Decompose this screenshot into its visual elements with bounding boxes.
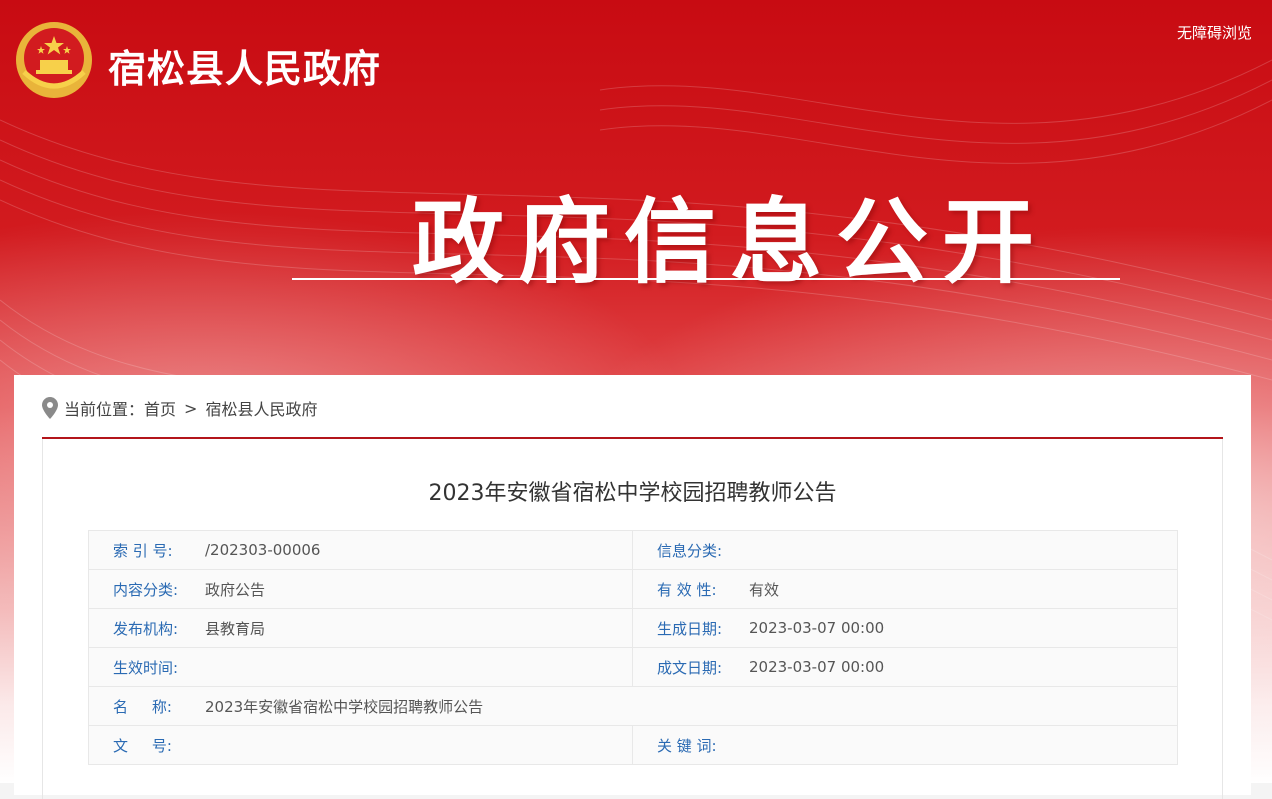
table-row: 名 称: 2023年安徽省宿松中学校园招聘教师公告 — [88, 686, 1178, 726]
content-category-value: 政府公告 — [205, 580, 266, 599]
index-value: /202303-00006 — [205, 541, 321, 559]
breadcrumb-current[interactable]: 宿松县人民政府 — [205, 396, 317, 420]
article-title: 2023年安徽省宿松中学校园招聘教师公告 — [428, 481, 837, 506]
generated-date-label: 生成日期: — [657, 619, 723, 638]
name-value: 2023年安徽省宿松中学校园招聘教师公告 — [205, 697, 484, 716]
breadcrumb-prefix: 当前位置： — [64, 400, 145, 419]
validity-label: 有 效 性: — [657, 580, 717, 599]
info-category-label: 信息分类: — [657, 541, 723, 560]
table-row: 索 引 号: /202303-00006 信息分类: — [88, 530, 1178, 570]
table-row: 发布机构: 县教育局 生成日期: 2023-03-07 00:00 — [88, 608, 1178, 648]
effective-time-label: 生效时间: — [113, 658, 179, 677]
accessibility-link[interactable]: 无障碍浏览 — [1177, 22, 1252, 43]
keywords-label: 关 键 词: — [657, 736, 717, 755]
name-label: 名 称: — [113, 697, 172, 716]
breadcrumb-separator: > — [184, 398, 198, 418]
table-row: 生效时间: 成文日期: 2023-03-07 00:00 — [88, 647, 1178, 687]
written-date-value: 2023-03-07 00:00 — [749, 658, 885, 676]
breadcrumb: 当前位置： 首页 > 宿松县人民政府 — [42, 393, 317, 423]
issuer-label: 发布机构: — [113, 619, 179, 638]
generated-date-value: 2023-03-07 00:00 — [749, 619, 885, 637]
content-panel: 当前位置： 首页 > 宿松县人民政府 2023年安徽省宿松中学校园招聘教师公告 … — [14, 375, 1251, 799]
index-label: 索 引 号: — [113, 541, 173, 560]
national-emblem-icon — [16, 22, 92, 98]
banner-heading: 政府信息公开 — [412, 189, 1049, 296]
location-pin-icon — [42, 397, 58, 419]
banner-divider — [292, 278, 1120, 280]
written-date-label: 成文日期: — [657, 658, 723, 677]
table-row: 文 号: 关 键 词: — [88, 725, 1178, 765]
metadata-table: 索 引 号: /202303-00006 信息分类: 内容分类: 政府公告 有 效 … — [88, 530, 1178, 765]
site-title[interactable]: 宿松县人民政府 — [108, 38, 381, 93]
breadcrumb-home[interactable]: 首页 — [144, 396, 176, 420]
doc-number-label: 文 号: — [113, 736, 172, 755]
validity-value: 有效 — [749, 580, 780, 599]
table-row: 内容分类: 政府公告 有 效 性: 有效 — [88, 569, 1178, 609]
issuer-value: 县教育局 — [205, 619, 266, 638]
content-category-label: 内容分类: — [113, 580, 179, 599]
